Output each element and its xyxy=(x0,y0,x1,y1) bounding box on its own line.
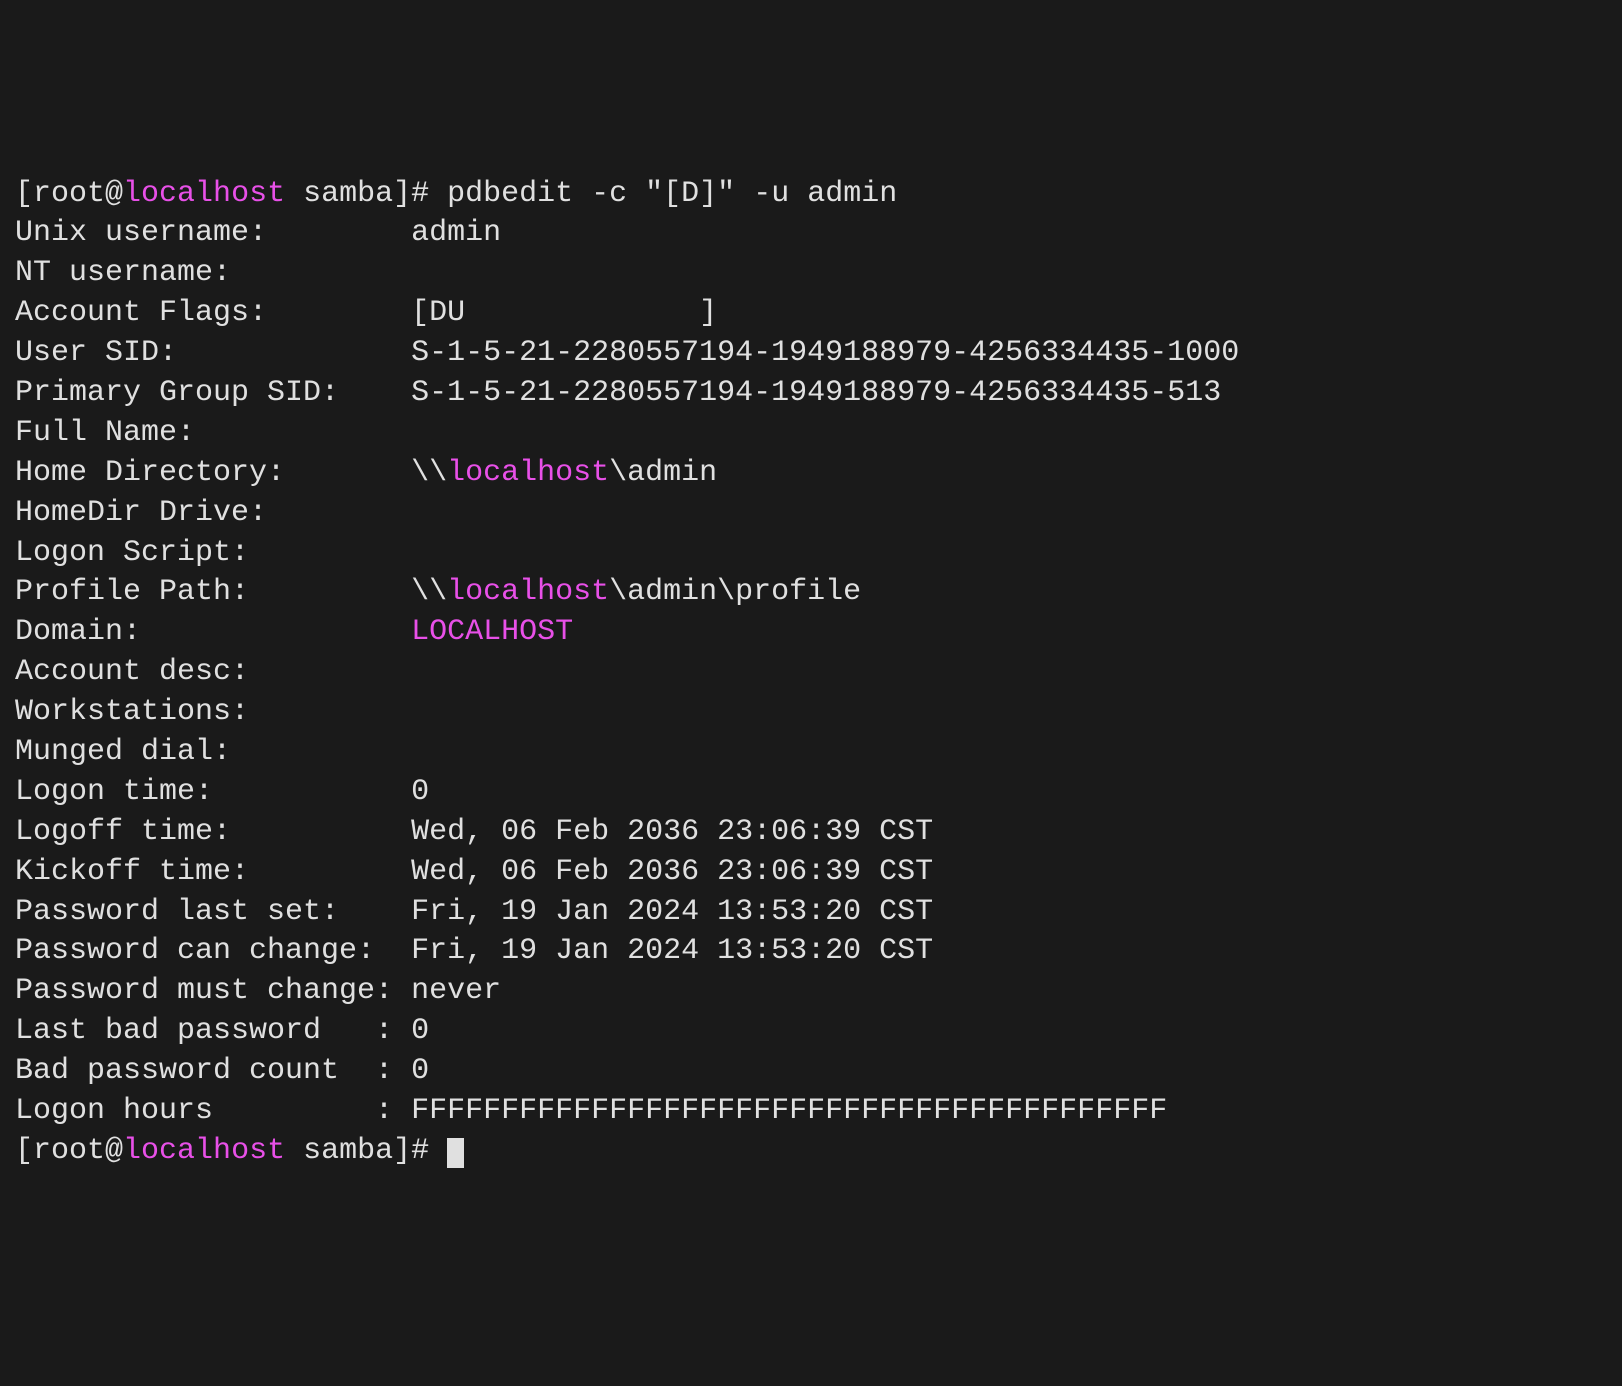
home-directory-suffix: \admin xyxy=(609,456,717,490)
profile-path-line: Profile Path: \\localhost\admin\profile xyxy=(15,575,861,609)
last-bad-password-label: Last bad password : xyxy=(15,1014,411,1048)
logon-hours-line: Logon hours : FFFFFFFFFFFFFFFFFFFFFFFFFF… xyxy=(15,1094,1167,1128)
domain-line: Domain: LOCALHOST xyxy=(15,615,573,649)
prompt-dir-2: samba xyxy=(303,1134,393,1168)
prompt-line: [root@localhost samba]# pdbedit -c "[D]"… xyxy=(15,177,897,211)
logon-hours-value: FFFFFFFFFFFFFFFFFFFFFFFFFFFFFFFFFFFFFFFF… xyxy=(411,1094,1167,1128)
primary-group-sid-value: S-1-5-21-2280557194-1949188979-425633443… xyxy=(411,376,1221,410)
bad-password-count-value: 0 xyxy=(411,1054,429,1088)
homedir-drive-line: HomeDir Drive: xyxy=(15,496,267,530)
user-sid-value: S-1-5-21-2280557194-1949188979-425633443… xyxy=(411,336,1239,370)
prompt-host-2: localhost xyxy=(123,1134,285,1168)
logon-time-value: 0 xyxy=(411,775,429,809)
prompt-line-2: [root@localhost samba]# xyxy=(15,1134,464,1168)
password-must-change-value: never xyxy=(411,974,501,1008)
logon-time-label: Logon time: xyxy=(15,775,411,809)
account-desc-label: Account desc: xyxy=(15,655,249,689)
bracket-open-2: [ xyxy=(15,1134,33,1168)
last-bad-password-value: 0 xyxy=(411,1014,429,1048)
logon-script-label: Logon Script: xyxy=(15,536,249,570)
prompt-at: @ xyxy=(105,177,123,211)
logon-hours-label: Logon hours : xyxy=(15,1094,411,1128)
logon-time-line: Logon time: 0 xyxy=(15,775,429,809)
home-directory-line: Home Directory: \\localhost\admin xyxy=(15,456,717,490)
account-flags-value: [DU ] xyxy=(411,296,717,330)
bracket-close: ] xyxy=(393,177,411,211)
profile-path-prefix: \\ xyxy=(411,575,447,609)
cursor-icon xyxy=(447,1138,464,1168)
account-flags-label: Account Flags: xyxy=(15,296,411,330)
primary-group-sid-line: Primary Group SID: S-1-5-21-2280557194-1… xyxy=(15,376,1221,410)
password-must-change-line: Password must change: never xyxy=(15,974,501,1008)
prompt-at-2: @ xyxy=(105,1134,123,1168)
command-text: pdbedit -c "[D]" -u admin xyxy=(447,177,897,211)
nt-username-line: NT username: xyxy=(15,256,231,290)
password-last-set-line: Password last set: Fri, 19 Jan 2024 13:5… xyxy=(15,895,933,929)
home-directory-host: localhost xyxy=(447,456,609,490)
bracket-close-2: ] xyxy=(393,1134,411,1168)
unix-username-label: Unix username: xyxy=(15,216,411,250)
full-name-line: Full Name: xyxy=(15,416,195,450)
password-can-change-line: Password can change: Fri, 19 Jan 2024 13… xyxy=(15,934,933,968)
password-can-change-value: Fri, 19 Jan 2024 13:53:20 CST xyxy=(411,934,933,968)
prompt-user-2: root xyxy=(33,1134,105,1168)
prompt-dir: samba xyxy=(303,177,393,211)
prompt-user: root xyxy=(33,177,105,211)
password-can-change-label: Password can change: xyxy=(15,934,411,968)
account-desc-line: Account desc: xyxy=(15,655,249,689)
primary-group-sid-label: Primary Group SID: xyxy=(15,376,411,410)
bracket-open: [ xyxy=(15,177,33,211)
logoff-time-value: Wed, 06 Feb 2036 23:06:39 CST xyxy=(411,815,933,849)
profile-path-host: localhost xyxy=(447,575,609,609)
last-bad-password-line: Last bad password : 0 xyxy=(15,1014,429,1048)
unix-username-line: Unix username: admin xyxy=(15,216,501,250)
kickoff-time-value: Wed, 06 Feb 2036 23:06:39 CST xyxy=(411,855,933,889)
prompt-hash: # xyxy=(411,177,447,211)
workstations-line: Workstations: xyxy=(15,695,249,729)
kickoff-time-line: Kickoff time: Wed, 06 Feb 2036 23:06:39 … xyxy=(15,855,933,889)
password-must-change-label: Password must change: xyxy=(15,974,411,1008)
prompt-host: localhost xyxy=(123,177,285,211)
workstations-label: Workstations: xyxy=(15,695,249,729)
domain-label: Domain: xyxy=(15,615,411,649)
user-sid-label: User SID: xyxy=(15,336,411,370)
homedir-drive-label: HomeDir Drive: xyxy=(15,496,267,530)
prompt-space xyxy=(285,177,303,211)
password-last-set-value: Fri, 19 Jan 2024 13:53:20 CST xyxy=(411,895,933,929)
home-directory-label: Home Directory: xyxy=(15,456,411,490)
logoff-time-label: Logoff time: xyxy=(15,815,411,849)
profile-path-suffix: \admin\profile xyxy=(609,575,861,609)
munged-dial-label: Munged dial: xyxy=(15,735,231,769)
full-name-label: Full Name: xyxy=(15,416,195,450)
bad-password-count-line: Bad password count : 0 xyxy=(15,1054,429,1088)
domain-value: LOCALHOST xyxy=(411,615,573,649)
logoff-time-line: Logoff time: Wed, 06 Feb 2036 23:06:39 C… xyxy=(15,815,933,849)
nt-username-label: NT username: xyxy=(15,256,231,290)
user-sid-line: User SID: S-1-5-21-2280557194-1949188979… xyxy=(15,336,1239,370)
logon-script-line: Logon Script: xyxy=(15,536,249,570)
password-last-set-label: Password last set: xyxy=(15,895,411,929)
bad-password-count-label: Bad password count : xyxy=(15,1054,411,1088)
home-directory-prefix: \\ xyxy=(411,456,447,490)
unix-username-value: admin xyxy=(411,216,501,250)
prompt-hash-2: # xyxy=(411,1134,447,1168)
profile-path-label: Profile Path: xyxy=(15,575,411,609)
prompt-space-2 xyxy=(285,1134,303,1168)
terminal-output[interactable]: [root@localhost samba]# pdbedit -c "[D]"… xyxy=(15,175,1607,1172)
munged-dial-line: Munged dial: xyxy=(15,735,231,769)
account-flags-line: Account Flags: [DU ] xyxy=(15,296,717,330)
kickoff-time-label: Kickoff time: xyxy=(15,855,411,889)
